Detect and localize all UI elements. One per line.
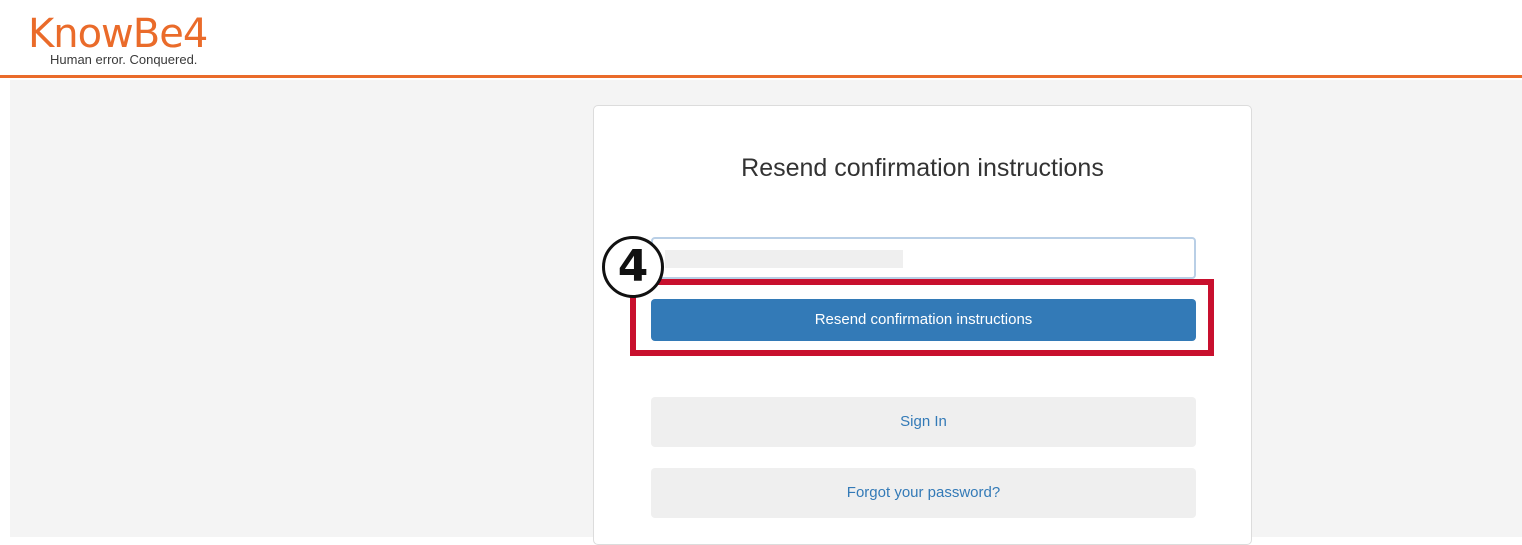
annotation-highlight-box [630, 279, 1214, 356]
page-title: Resend confirmation instructions [741, 154, 1104, 182]
logo-wordmark: KnowBe4 [28, 11, 208, 57]
email-field[interactable] [651, 237, 1196, 279]
redacted-email-value [665, 250, 903, 268]
top-header: KnowBe4 Human error. Conquered. [0, 0, 1522, 78]
forgot-password-link[interactable]: Forgot your password? [651, 468, 1196, 518]
logo-tagline: Human error. Conquered. [50, 52, 198, 67]
sign-in-link[interactable]: Sign In [651, 397, 1196, 447]
step-number-badge: 4 [602, 236, 664, 298]
knowbe4-logo[interactable]: KnowBe4 Human error. Conquered. [28, 14, 258, 70]
